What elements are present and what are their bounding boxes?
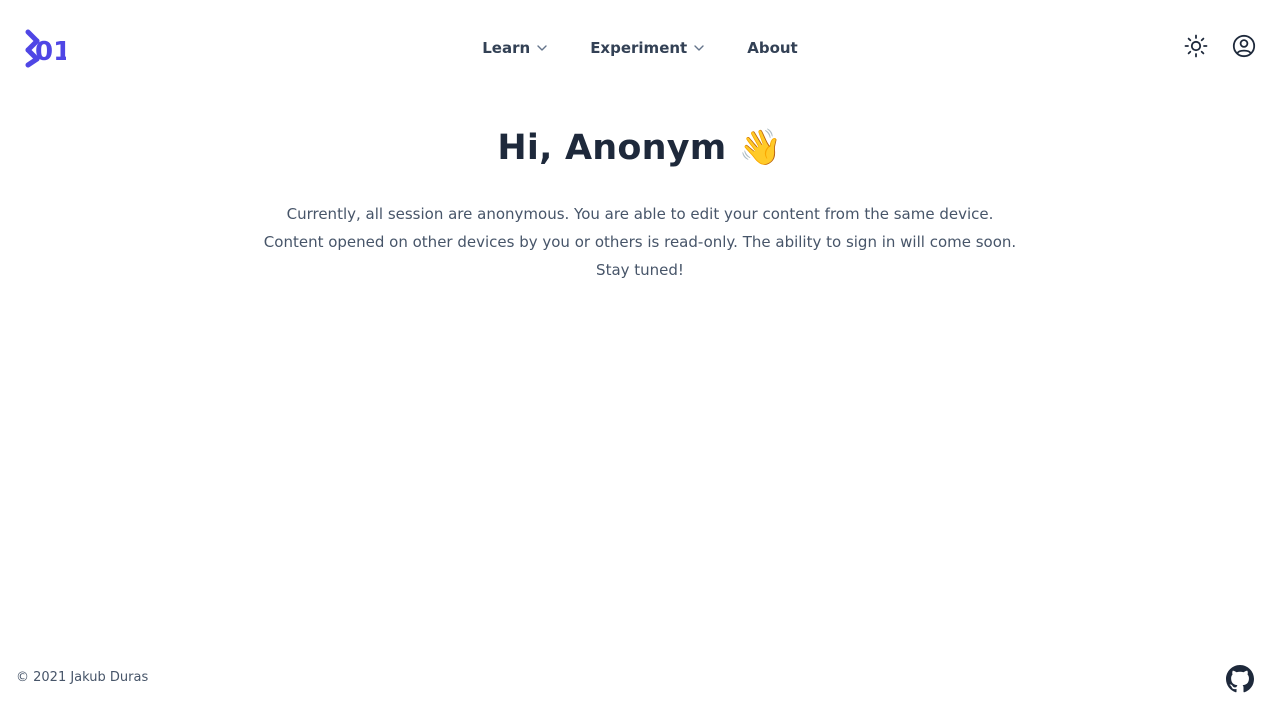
page-title-text: Hi, Anonym [497, 128, 727, 168]
github-link[interactable] [1226, 665, 1254, 693]
github-icon [1226, 665, 1254, 693]
chevron-down-icon [537, 45, 547, 51]
header-actions [1184, 34, 1256, 58]
anonymous-session-notice: Currently, all session are anonymous. Yo… [263, 205, 1017, 279]
main-content: Hi, Anonym 👋 Currently, all session are … [0, 122, 1280, 284]
nav-about-label: About [747, 39, 798, 57]
site-footer: © 2021 Jakub Duras [0, 660, 1280, 720]
copyright-text: © 2021 Jakub Duras [16, 670, 149, 685]
page-title: Hi, Anonym 👋 [0, 122, 1280, 174]
nav-about[interactable]: About [747, 39, 798, 57]
nav-learn[interactable]: Learn [482, 39, 548, 57]
user-circle-icon [1232, 34, 1256, 58]
main-nav: Learn Experiment About [0, 34, 1280, 62]
account-button[interactable] [1232, 34, 1256, 58]
nav-experiment-label: Experiment [590, 39, 688, 57]
sun-icon [1184, 34, 1208, 58]
nav-learn-label: Learn [482, 39, 531, 57]
chevron-down-icon [694, 45, 704, 51]
theme-toggle-button[interactable] [1184, 34, 1208, 58]
nav-experiment[interactable]: Experiment [590, 39, 705, 57]
waving-hand-emoji: 👋 [738, 128, 783, 168]
site-header: 01 Learn Experiment About [0, 0, 1280, 96]
